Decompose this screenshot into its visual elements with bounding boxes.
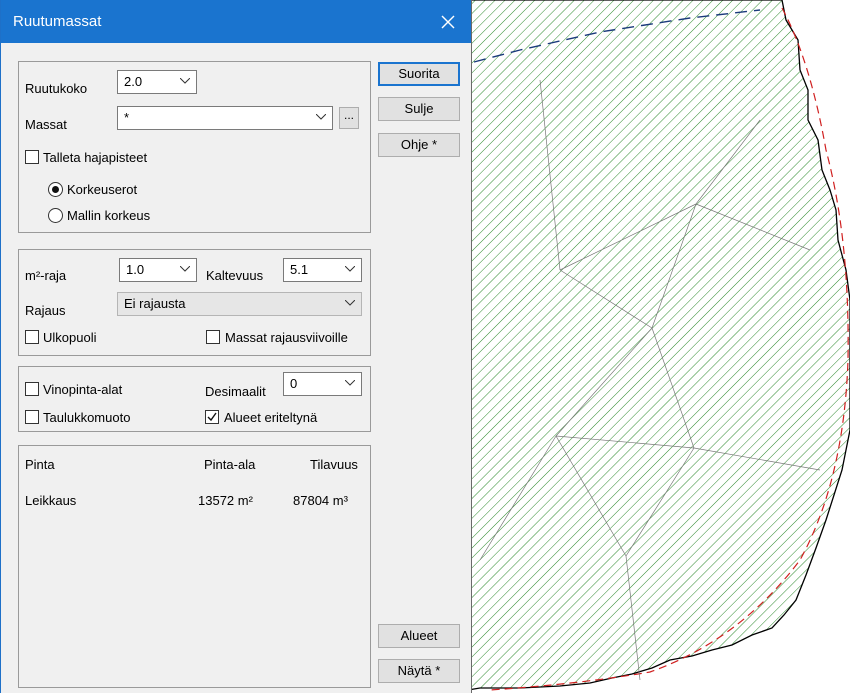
results-panel: Pinta Pinta-ala Tilavuus Leikkaus 13572 … [18,445,371,688]
dialog-title: Ruutumassat [13,13,102,30]
kaltevuus-select[interactable]: 5.1 [283,258,362,282]
mallin-korkeus-radio[interactable] [48,208,63,223]
chevron-down-icon [180,78,190,84]
ruutukoko-value: 2.0 [124,74,143,89]
vinopinta-alat-label: Vinopinta-alat [43,382,123,397]
close-icon [441,15,455,28]
result-row-pinta: Leikkaus [25,493,77,508]
title-bar: Ruutumassat [1,0,471,43]
chevron-down-icon [345,380,355,386]
korkeuserot-radio[interactable] [48,182,63,197]
hatched-area [467,0,850,691]
alueet-eriteltyna-label: Alueet eriteltynä [224,410,318,425]
massat-value: * [124,110,130,125]
ulkopuoli-label: Ulkopuoli [43,330,97,345]
ohje-button[interactable]: Ohje * [378,133,460,157]
talleta-hajapisteet-checkbox[interactable] [25,150,39,164]
kaltevuus-value: 5.1 [290,262,309,277]
chevron-down-icon [316,114,326,120]
chevron-down-icon [180,266,190,272]
desimaalit-label: Desimaalit [205,384,266,399]
close-button[interactable] [425,0,471,43]
alueet-eriteltyna-checkbox[interactable] [205,410,219,424]
alueet-button[interactable]: Alueet [378,624,460,648]
ruutumassat-dialog: Ruutumassat Ruutukoko 2.0 Massat * ... T… [0,0,472,693]
ruutukoko-select[interactable]: 2.0 [117,70,197,94]
result-row-tilavuus: 87804 m³ [293,493,348,508]
massat-rajausviivoille-label: Massat rajausviivoille [225,330,348,345]
checkmark-icon [207,412,217,422]
sulje-button[interactable]: Sulje [378,97,460,121]
suorita-button[interactable]: Suorita [378,62,460,86]
korkeuserot-label: Korkeuserot [67,182,138,197]
taulukkomuoto-label: Taulukkomuoto [43,410,131,425]
results-header-pinta: Pinta [25,457,55,472]
desimaalit-value: 0 [290,376,298,391]
ruutukoko-label: Ruutukoko [25,81,88,96]
result-row-pinta-ala: 13572 m² [198,493,253,508]
mass-settings-group: Ruutukoko 2.0 Massat * ... Talleta hajap… [18,61,371,233]
rajaus-value: Ei rajausta [124,296,186,311]
kaltevuus-label: Kaltevuus [206,268,264,283]
radio-selected-dot [52,186,59,193]
m2-raja-label: m²-raja [25,268,67,283]
massat-label: Massat [25,117,67,132]
chevron-down-icon [345,266,355,272]
taulukkomuoto-checkbox[interactable] [25,410,39,424]
nayta-button[interactable]: Näytä * [378,659,460,683]
rajaus-select[interactable]: Ei rajausta [117,292,362,316]
massat-rajausviivoille-checkbox[interactable] [206,330,220,344]
mallin-korkeus-label: Mallin korkeus [67,208,151,223]
talleta-hajapisteet-label: Talleta hajapisteet [43,150,148,165]
desimaalit-select[interactable]: 0 [283,372,362,396]
massat-select[interactable]: * [117,106,333,130]
chevron-down-icon [345,300,355,306]
limits-group: m²-raja 1.0 Kaltevuus 5.1 Rajaus Ei raja… [18,249,371,356]
rajaus-label: Rajaus [25,303,66,318]
results-header-pinta-ala: Pinta-ala [204,457,256,472]
m2-raja-value: 1.0 [126,262,145,277]
results-header-tilavuus: Tilavuus [310,457,358,472]
browse-button[interactable]: ... [339,107,359,129]
output-options-group: Vinopinta-alat Desimaalit 0 Taulukkomuot… [18,366,371,432]
m2-raja-select[interactable]: 1.0 [119,258,197,282]
vinopinta-alat-checkbox[interactable] [25,382,39,396]
ulkopuoli-checkbox[interactable] [25,330,39,344]
